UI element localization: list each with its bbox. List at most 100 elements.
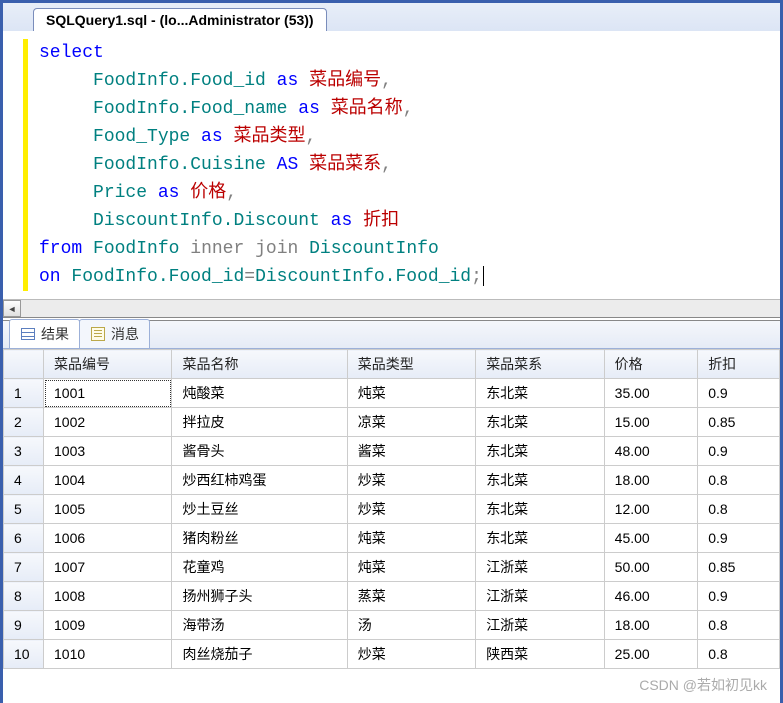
grid-cell[interactable]: 0.9 [698, 582, 780, 611]
table-row[interactable]: 71007花童鸡炖菜江浙菜50.000.85 [4, 553, 780, 582]
grid-cell[interactable]: 1004 [44, 466, 172, 495]
grid-cell[interactable]: 拌拉皮 [172, 408, 347, 437]
editor-horizontal-scrollbar[interactable]: ◄ [3, 299, 780, 317]
grid-cell[interactable]: 1006 [44, 524, 172, 553]
grid-cell[interactable]: 炖酸菜 [172, 379, 347, 408]
table-row[interactable]: 91009海带汤汤江浙菜18.000.8 [4, 611, 780, 640]
grid-cell[interactable]: 东北菜 [476, 437, 604, 466]
table-row[interactable]: 21002拌拉皮凉菜东北菜15.000.85 [4, 408, 780, 437]
grid-cell[interactable]: 肉丝烧茄子 [172, 640, 347, 669]
grid-cell[interactable]: 0.8 [698, 495, 780, 524]
grid-cell[interactable]: 50.00 [604, 553, 698, 582]
grid-cell[interactable]: 炖菜 [347, 379, 475, 408]
grid-cell[interactable]: 花童鸡 [172, 553, 347, 582]
grid-cell[interactable]: 18.00 [604, 466, 698, 495]
grid-cell[interactable]: 35.00 [604, 379, 698, 408]
table-row[interactable]: 51005炒土豆丝炒菜东北菜12.000.8 [4, 495, 780, 524]
grid-cell[interactable]: 炖菜 [347, 553, 475, 582]
grid-cell[interactable]: 酱骨头 [172, 437, 347, 466]
grid-cell[interactable]: 炒菜 [347, 466, 475, 495]
grid-header-cell[interactable]: 菜品类型 [347, 350, 475, 379]
table-row[interactable]: 41004炒西红柿鸡蛋炒菜东北菜18.000.8 [4, 466, 780, 495]
row-number-cell[interactable]: 9 [4, 611, 44, 640]
grid-cell[interactable]: 18.00 [604, 611, 698, 640]
grid-cell[interactable]: 东北菜 [476, 379, 604, 408]
grid-header-cell[interactable]: 价格 [604, 350, 698, 379]
grid-cell[interactable]: 45.00 [604, 524, 698, 553]
grid-cell[interactable]: 1002 [44, 408, 172, 437]
results-grid-wrapper[interactable]: 菜品编号 菜品名称 菜品类型 菜品菜系 价格 折扣 11001炖酸菜炖菜东北菜3… [3, 349, 780, 703]
row-number-cell[interactable]: 5 [4, 495, 44, 524]
row-number-cell[interactable]: 6 [4, 524, 44, 553]
row-number-cell[interactable]: 7 [4, 553, 44, 582]
grid-cell[interactable]: 48.00 [604, 437, 698, 466]
grid-icon [20, 326, 36, 342]
grid-cell[interactable]: 东北菜 [476, 408, 604, 437]
grid-cell[interactable]: 东北菜 [476, 466, 604, 495]
grid-cell[interactable]: 0.8 [698, 640, 780, 669]
grid-cell[interactable]: 酱菜 [347, 437, 475, 466]
scroll-left-button[interactable]: ◄ [3, 300, 21, 317]
grid-cell[interactable]: 25.00 [604, 640, 698, 669]
grid-header-cell[interactable]: 菜品编号 [44, 350, 172, 379]
row-number-cell[interactable]: 3 [4, 437, 44, 466]
grid-cell[interactable]: 炖菜 [347, 524, 475, 553]
sql-keyword-inner: inner [190, 239, 244, 259]
grid-cell[interactable]: 0.9 [698, 437, 780, 466]
grid-cell[interactable]: 0.85 [698, 408, 780, 437]
document-tab[interactable]: SQLQuery1.sql - (lo...Administrator (53)… [33, 8, 327, 31]
grid-cell[interactable]: 0.85 [698, 553, 780, 582]
table-row[interactable]: 11001炖酸菜炖菜东北菜35.000.9 [4, 379, 780, 408]
grid-cell[interactable]: 15.00 [604, 408, 698, 437]
grid-cell[interactable]: 江浙菜 [476, 611, 604, 640]
grid-corner-cell[interactable] [4, 350, 44, 379]
grid-cell[interactable]: 扬州狮子头 [172, 582, 347, 611]
grid-cell[interactable]: 江浙菜 [476, 553, 604, 582]
grid-cell[interactable]: 陕西菜 [476, 640, 604, 669]
grid-header-cell[interactable]: 折扣 [698, 350, 780, 379]
grid-cell[interactable]: 1009 [44, 611, 172, 640]
row-number-cell[interactable]: 4 [4, 466, 44, 495]
grid-cell[interactable]: 猪肉粉丝 [172, 524, 347, 553]
grid-cell[interactable]: 0.9 [698, 524, 780, 553]
sql-editor[interactable]: select FoodInfo.Food_id as 菜品编号, FoodInf… [3, 31, 780, 299]
grid-cell[interactable]: 1001 [44, 379, 172, 408]
grid-cell[interactable]: 1007 [44, 553, 172, 582]
grid-cell[interactable]: 凉菜 [347, 408, 475, 437]
grid-cell[interactable]: 1005 [44, 495, 172, 524]
tab-messages[interactable]: 消息 [79, 319, 150, 348]
grid-cell[interactable]: 炒菜 [347, 640, 475, 669]
grid-cell[interactable]: 0.9 [698, 379, 780, 408]
grid-cell[interactable]: 炒菜 [347, 495, 475, 524]
tab-results[interactable]: 结果 [9, 319, 80, 348]
table-row[interactable]: 31003酱骨头酱菜东北菜48.000.9 [4, 437, 780, 466]
grid-cell[interactable]: 东北菜 [476, 495, 604, 524]
grid-cell[interactable]: 0.8 [698, 611, 780, 640]
table-row[interactable]: 81008扬州狮子头蒸菜江浙菜46.000.9 [4, 582, 780, 611]
results-grid[interactable]: 菜品编号 菜品名称 菜品类型 菜品菜系 价格 折扣 11001炖酸菜炖菜东北菜3… [3, 349, 780, 669]
grid-cell[interactable]: 1010 [44, 640, 172, 669]
row-number-cell[interactable]: 1 [4, 379, 44, 408]
grid-cell[interactable]: 汤 [347, 611, 475, 640]
grid-header-cell[interactable]: 菜品菜系 [476, 350, 604, 379]
grid-cell[interactable]: 0.8 [698, 466, 780, 495]
row-number-cell[interactable]: 2 [4, 408, 44, 437]
grid-cell[interactable]: 海带汤 [172, 611, 347, 640]
table-row[interactable]: 101010肉丝烧茄子炒菜陕西菜25.000.8 [4, 640, 780, 669]
grid-cell[interactable]: 炒土豆丝 [172, 495, 347, 524]
grid-cell[interactable]: 东北菜 [476, 524, 604, 553]
row-number-cell[interactable]: 10 [4, 640, 44, 669]
grid-cell[interactable]: 12.00 [604, 495, 698, 524]
table-row[interactable]: 61006猪肉粉丝炖菜东北菜45.000.9 [4, 524, 780, 553]
sql-keyword-as: as [331, 211, 353, 231]
grid-cell[interactable]: 46.00 [604, 582, 698, 611]
row-number-cell[interactable]: 8 [4, 582, 44, 611]
grid-header-cell[interactable]: 菜品名称 [172, 350, 347, 379]
grid-cell[interactable]: 蒸菜 [347, 582, 475, 611]
tab-messages-label: 消息 [111, 324, 139, 344]
grid-cell[interactable]: 江浙菜 [476, 582, 604, 611]
grid-cell[interactable]: 1008 [44, 582, 172, 611]
grid-cell[interactable]: 1003 [44, 437, 172, 466]
grid-cell[interactable]: 炒西红柿鸡蛋 [172, 466, 347, 495]
scroll-track[interactable] [21, 300, 780, 317]
